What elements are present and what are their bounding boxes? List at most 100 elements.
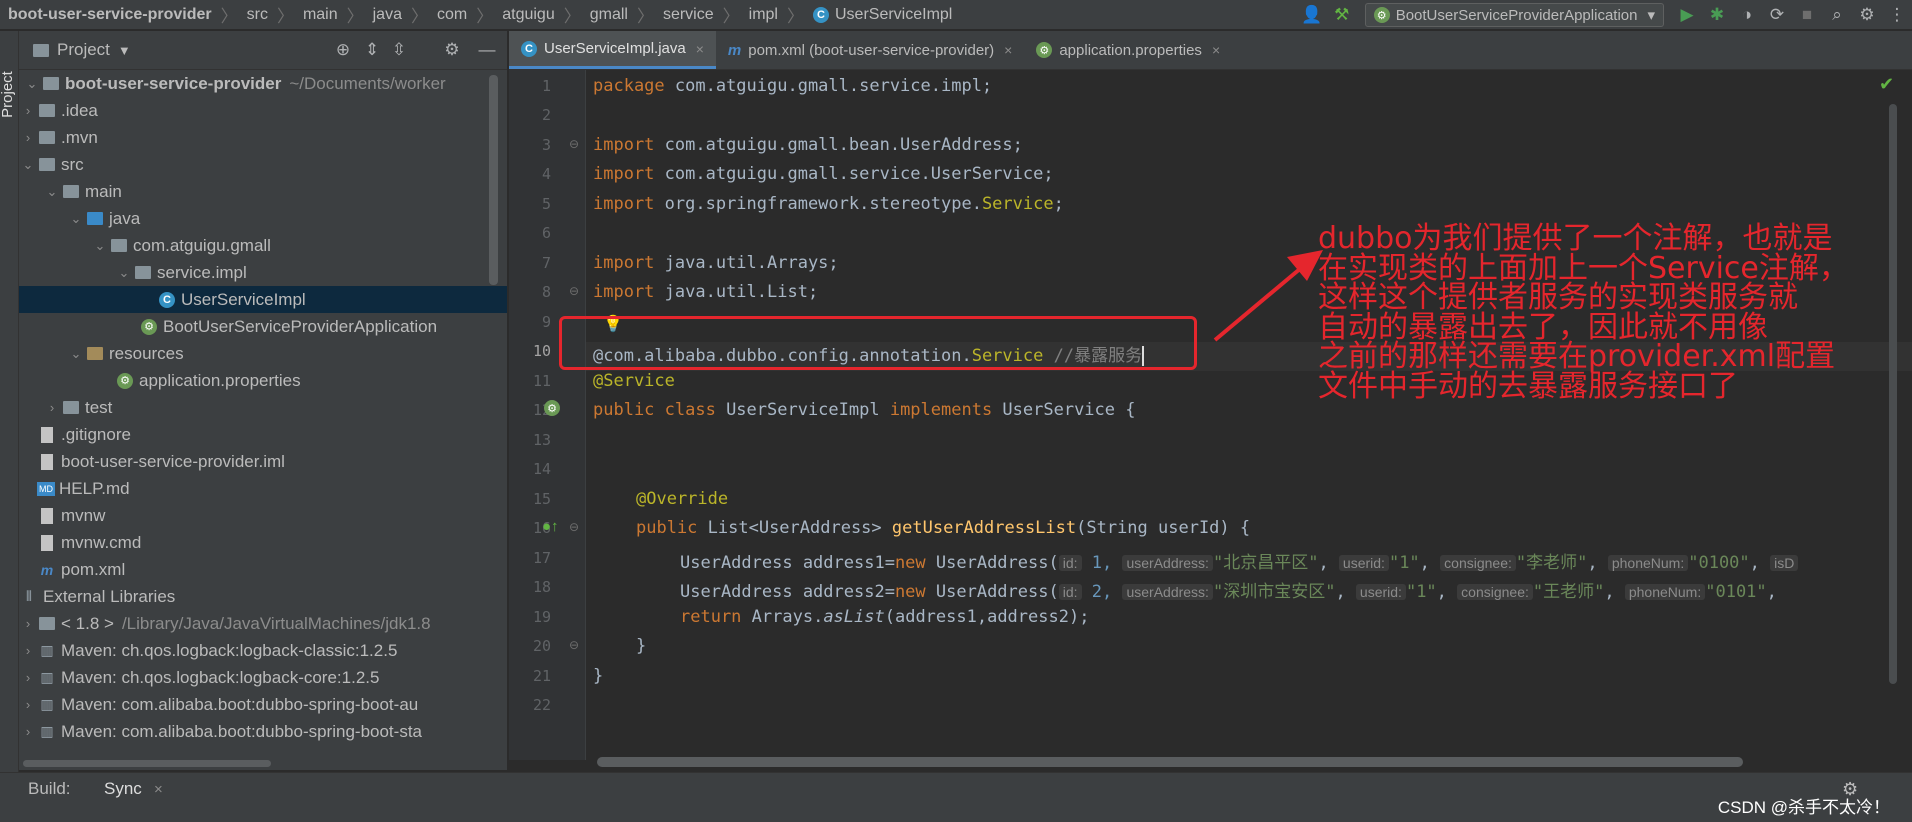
- collapse-all-icon[interactable]: ⇳: [384, 35, 414, 65]
- spring-boot-icon: ⚙: [139, 317, 159, 337]
- tree-item-maven-lib[interactable]: › ▥ Maven: com.alibaba.boot:dubbo-spring-b…: [19, 718, 507, 745]
- breadcrumb-gmall[interactable]: gmall: [590, 6, 628, 24]
- breadcrumb-atguigu[interactable]: atguigu: [502, 6, 555, 24]
- code-token: asList: [823, 607, 885, 627]
- search-icon[interactable]: ⌕: [1822, 0, 1852, 30]
- debug-icon[interactable]: ✱: [1702, 0, 1732, 30]
- tab-pom-xml[interactable]: m pom.xml (boot-user-service-provider) ×: [716, 31, 1024, 69]
- tree-item-gitignore[interactable]: .gitignore: [19, 421, 507, 448]
- breadcrumb-impl[interactable]: impl: [749, 6, 778, 24]
- tree-item-label: Maven: com.alibaba.boot:dubbo-spring-boo…: [61, 721, 422, 741]
- tree-item-java[interactable]: ⌄ java: [19, 205, 507, 232]
- close-icon[interactable]: ×: [1212, 42, 1220, 58]
- line-number: 21: [532, 667, 551, 685]
- breadcrumb-class[interactable]: UserServiceImpl: [835, 6, 952, 24]
- close-icon[interactable]: ×: [696, 41, 704, 57]
- tree-item-application-class[interactable]: ⚙ BootUserServiceProviderApplication: [19, 313, 507, 340]
- editor-horizontal-scrollbar[interactable]: [597, 757, 1743, 767]
- tree-item-mvnw-cmd[interactable]: mvnw.cmd: [19, 529, 507, 556]
- tree-item-maven-lib[interactable]: › ▥ Maven: com.alibaba.boot:dubbo-spring-b…: [19, 691, 507, 718]
- spring-bean-gutter-icon[interactable]: ⚙: [544, 400, 560, 416]
- tree-item-main[interactable]: ⌄ main: [19, 178, 507, 205]
- expand-all-icon[interactable]: ⇕: [357, 35, 387, 65]
- locate-icon[interactable]: ⊕: [328, 35, 358, 65]
- tree-item-pom-xml[interactable]: m pom.xml: [19, 556, 507, 583]
- code-editor[interactable]: package com.atguigu.gmall.service.impl; …: [586, 70, 1912, 760]
- code-token: UserAddress(: [925, 553, 1059, 573]
- more-icon[interactable]: ⋮: [1882, 0, 1912, 30]
- tree-item-project-root[interactable]: ⌄ boot-user-service-provider ~/Documents/w…: [19, 70, 507, 97]
- line-number-gutter[interactable]: 1 2 3 4 5 6 7 8 9 10 11 12 13 14 15 16 1…: [509, 70, 586, 760]
- chevron-right-icon: 〉: [410, 7, 428, 26]
- breadcrumb-main[interactable]: main: [303, 6, 338, 24]
- project-tool-window-button[interactable]: Project: [0, 71, 16, 118]
- fold-icon[interactable]: ⊖: [569, 520, 579, 534]
- tree-horizontal-scrollbar[interactable]: [23, 760, 271, 767]
- folder-icon: [37, 155, 57, 175]
- tree-item-iml[interactable]: boot-user-service-provider.iml: [19, 448, 507, 475]
- editor-vertical-scrollbar[interactable]: [1889, 104, 1897, 684]
- tree-item-package-gmall[interactable]: ⌄ com.atguigu.gmall: [19, 232, 507, 259]
- tab-userserviceimpl[interactable]: C UserServiceImpl.java ×: [509, 31, 716, 69]
- tree-item-application-properties[interactable]: ⚙ application.properties: [19, 367, 507, 394]
- breadcrumb-project[interactable]: boot-user-service-provider: [8, 6, 212, 24]
- inspection-ok-icon[interactable]: ✔: [1879, 74, 1894, 95]
- code-line: UserAddress address2=new UserAddress(id:…: [680, 577, 1787, 602]
- tree-item-mvnw[interactable]: mvnw: [19, 502, 507, 529]
- project-panel-title[interactable]: Project: [57, 40, 110, 60]
- tree-item-external-libraries[interactable]: ⦀ External Libraries: [19, 583, 507, 610]
- tree-item-help-md[interactable]: MD HELP.md: [19, 475, 507, 502]
- tree-item-package-impl[interactable]: ⌄ service.impl: [19, 259, 507, 286]
- chevron-down-icon[interactable]: ▼: [118, 43, 131, 58]
- coverage-icon[interactable]: ◑: [1732, 0, 1762, 30]
- tab-sync[interactable]: Sync: [104, 779, 142, 799]
- tree-item-test[interactable]: › test: [19, 394, 507, 421]
- chevron-right-icon: 〉: [563, 7, 581, 26]
- tree-item-userserviceimpl[interactable]: C UserServiceImpl: [19, 286, 507, 313]
- library-icon: ▥: [40, 669, 54, 685]
- hide-icon[interactable]: —: [472, 35, 502, 65]
- tree-item-mvn[interactable]: › .mvn: [19, 124, 507, 151]
- library-icon: ⦀: [25, 588, 33, 604]
- parameter-hint: id:: [1058, 584, 1082, 600]
- fold-icon[interactable]: ⊖: [569, 638, 579, 652]
- breadcrumb-java[interactable]: java: [373, 6, 402, 24]
- chevron-down-icon: ⌄: [70, 210, 82, 226]
- breadcrumb-service[interactable]: service: [663, 6, 714, 24]
- close-icon[interactable]: ×: [1004, 42, 1012, 58]
- tree-item-src[interactable]: ⌄ src: [19, 151, 507, 178]
- hammer-icon[interactable]: ⚒: [1327, 0, 1357, 30]
- run-icon[interactable]: ▶: [1672, 0, 1702, 30]
- code-line: package com.atguigu.gmall.service.impl;: [593, 76, 992, 96]
- tab-application-properties[interactable]: ⚙ application.properties ×: [1024, 31, 1232, 69]
- gear-icon[interactable]: ⚙: [437, 35, 467, 65]
- chevron-right-icon: ›: [25, 643, 31, 658]
- tree-item-resources[interactable]: ⌄ resources: [19, 340, 507, 367]
- tree-vertical-scrollbar[interactable]: [489, 75, 498, 285]
- stop-icon[interactable]: ■: [1792, 0, 1822, 30]
- user-icon[interactable]: 👤: [1297, 0, 1327, 30]
- tree-item-maven-lib[interactable]: › ▥ Maven: ch.qos.logback:logback-classic:…: [19, 637, 507, 664]
- tree-item-label: .mvn: [61, 127, 98, 147]
- tree-item-maven-lib[interactable]: › ▥ Maven: ch.qos.logback:logback-core:1.2…: [19, 664, 507, 691]
- tree-item-idea[interactable]: › .idea: [19, 97, 507, 124]
- tree-item-label: Maven: com.alibaba.boot:dubbo-spring-boo…: [61, 694, 419, 714]
- code-token: import: [593, 194, 655, 214]
- tree-item-label: mvnw: [61, 505, 106, 525]
- profile-icon[interactable]: ⟳: [1762, 0, 1792, 30]
- tree-item-label: External Libraries: [43, 586, 176, 606]
- fold-icon[interactable]: ⊖: [569, 137, 579, 151]
- breadcrumb-src[interactable]: src: [247, 6, 268, 24]
- fold-icon[interactable]: ⊖: [569, 284, 579, 298]
- code-line: import org.springframework.stereotype.Se…: [593, 194, 1064, 214]
- code-token: 2,: [1081, 582, 1123, 602]
- tree-item-jdk[interactable]: › < 1.8 > /Library/Java/JavaVirtualMachine…: [19, 610, 507, 637]
- close-icon[interactable]: ×: [154, 781, 163, 798]
- tree-item-label: java: [109, 208, 141, 228]
- gear-icon[interactable]: ⚙: [1852, 0, 1882, 30]
- run-configuration-select[interactable]: ⚙ BootUserServiceProviderApplication ▾: [1364, 3, 1664, 27]
- breadcrumb-com[interactable]: com: [437, 6, 467, 24]
- tree-item-path: /Library/Java/JavaVirtualMachines/jdk1.8: [121, 613, 431, 633]
- implementing-method-gutter-icon[interactable]: ●↑: [542, 518, 559, 535]
- code-token: (String userId) {: [1076, 518, 1251, 538]
